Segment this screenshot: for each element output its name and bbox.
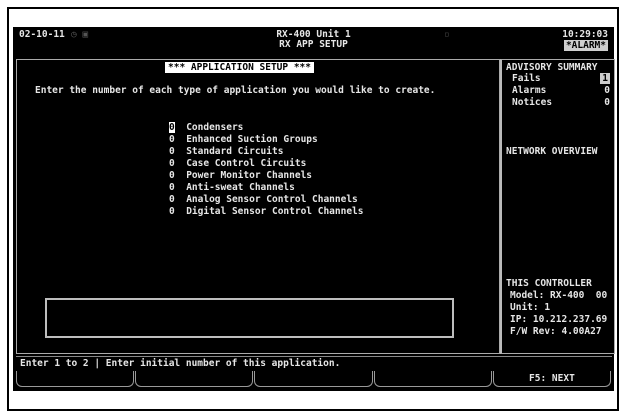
status-text: Enter 1 to 2 | Enter initial number of t… — [20, 358, 341, 369]
app-label: Digital Sensor Control Channels — [186, 206, 364, 217]
list-item[interactable]: 0 Standard Circuits — [169, 146, 283, 158]
alarms-value: 0 — [604, 85, 610, 96]
next-button[interactable]: F5: NEXT — [492, 371, 612, 387]
count-field[interactable]: 0 — [169, 134, 175, 145]
count-field[interactable]: 0 — [169, 194, 175, 205]
controller-firmware: F/W Rev: 4.00A27 — [510, 326, 602, 337]
app-label: Power Monitor Channels — [186, 170, 313, 181]
list-item[interactable]: 0 Digital Sensor Control Channels — [169, 206, 364, 218]
input-box[interactable] — [45, 298, 454, 338]
list-item[interactable]: 0 Case Control Circuits — [169, 158, 306, 170]
lock-icon: ▫ — [444, 29, 450, 40]
network-overview-title[interactable]: NETWORK OVERVIEW — [506, 146, 598, 158]
function-key-row: F5: NEXT — [16, 371, 612, 387]
f2-key[interactable] — [135, 371, 254, 387]
advisory-panel: ADVISORY SUMMARY Fails 1 Alarms 0 Notice… — [500, 59, 615, 354]
fails-value[interactable]: 1 — [600, 73, 610, 84]
list-item[interactable]: 0 Condensers — [169, 122, 243, 134]
count-field[interactable]: 0 — [169, 182, 175, 193]
fails-label: Fails — [512, 73, 541, 84]
count-field[interactable]: 0 — [169, 158, 175, 169]
application-setup-panel: *** APPLICATION SETUP *** Enter the numb… — [16, 59, 500, 354]
controller-title: THIS CONTROLLER — [506, 278, 592, 289]
notices-label: Notices — [512, 97, 553, 108]
notices-value: 0 — [604, 97, 610, 108]
app-label: Anti-sweat Channels — [186, 182, 295, 193]
app-label: Condensers — [186, 122, 244, 133]
instruction-text: Enter the number of each type of applica… — [35, 85, 436, 96]
alarm-badge[interactable]: *ALARM* — [563, 40, 608, 51]
list-item[interactable]: 0 Power Monitor Channels — [169, 170, 312, 182]
count-field[interactable]: 0 — [169, 122, 175, 133]
f1-key[interactable] — [16, 371, 135, 387]
app-label: Standard Circuits — [186, 146, 284, 157]
count-field[interactable]: 0 — [169, 206, 175, 217]
app-label: Case Control Circuits — [186, 158, 307, 169]
page-title: *** APPLICATION SETUP *** — [165, 62, 314, 73]
list-item[interactable]: 0 Anti-sweat Channels — [169, 182, 295, 194]
screen-title: RX APP SETUP — [279, 39, 348, 50]
f3-key[interactable] — [254, 371, 373, 387]
status-bar: Enter 1 to 2 | Enter initial number of t… — [16, 356, 612, 369]
app-label: Enhanced Suction Groups — [186, 134, 318, 145]
count-field[interactable]: 0 — [169, 146, 175, 157]
f4-key[interactable] — [373, 371, 492, 387]
controller-unit: Unit: 1 — [510, 302, 551, 313]
list-item[interactable]: 0 Analog Sensor Control Channels — [169, 194, 358, 206]
controller-ip: IP: 10.212.237.69 — [510, 314, 608, 325]
app-label: Analog Sensor Control Channels — [186, 194, 358, 205]
controller-model: Model: RX-400 00 — [510, 290, 608, 301]
list-item[interactable]: 0 Enhanced Suction Groups — [169, 134, 318, 146]
count-field[interactable]: 0 — [169, 170, 175, 181]
alarms-label: Alarms — [512, 85, 547, 96]
